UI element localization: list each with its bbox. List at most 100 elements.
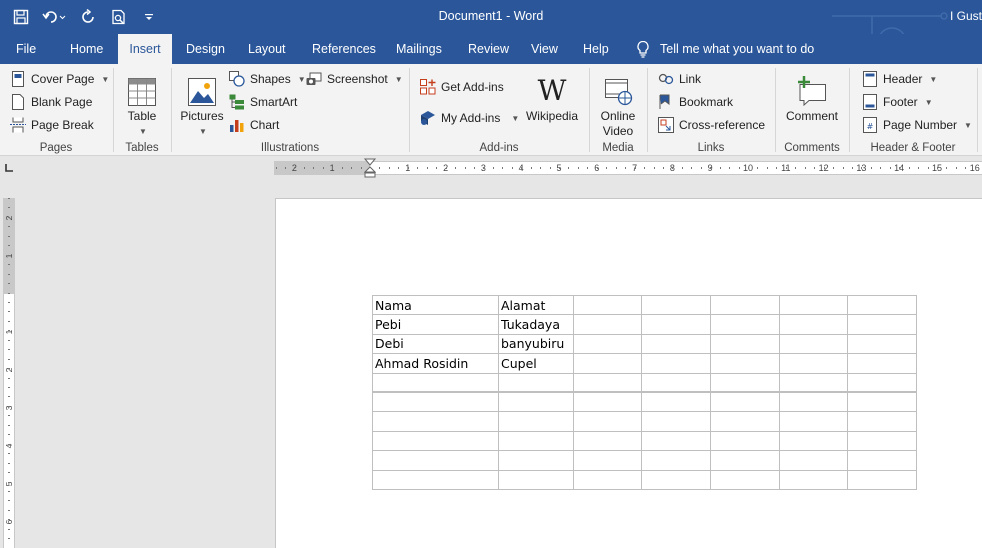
table-cell[interactable] [710,314,780,335]
table-cell[interactable] [779,353,848,374]
table-cell[interactable] [779,294,848,316]
redo-icon[interactable] [78,6,100,28]
blank-page-button[interactable]: Blank Page [10,92,92,112]
indent-marker-icon[interactable] [363,158,377,178]
table-cell[interactable] [573,469,642,490]
tab-design[interactable]: Design [176,34,235,64]
table-cell[interactable] [498,450,574,471]
pictures-button[interactable]: Pictures ▼ [178,70,226,139]
table-cell[interactable] [847,294,917,316]
table-cell[interactable] [641,333,711,355]
table-cell[interactable] [372,391,499,413]
customize-toolbar-icon[interactable] [138,6,160,28]
table-cell[interactable] [641,391,711,413]
tab-home[interactable]: Home [60,34,113,64]
horizontal-ruler[interactable]: 2112345678910111213141516 [274,158,982,178]
table-cell[interactable] [573,353,642,374]
bookmark-button[interactable]: Bookmark [658,92,733,112]
table-cell[interactable] [641,450,711,471]
table-cell[interactable] [779,450,848,471]
table-cell[interactable]: Debi [372,333,499,355]
screenshot-button[interactable]: Screenshot ▼ [306,69,403,89]
tell-me-search[interactable]: Tell me what you want to do [636,34,814,64]
table-cell[interactable] [573,450,642,471]
table-cell[interactable] [847,314,917,335]
smartart-button[interactable]: SmartArt [229,92,297,112]
user-name[interactable]: I Gust [950,9,982,23]
table-cell[interactable] [641,294,711,316]
table-cell[interactable] [847,353,917,374]
table-cell[interactable] [372,430,499,452]
page-number-button[interactable]: # Page Number ▼ [862,115,972,135]
tab-references[interactable]: References [302,34,386,64]
table-cell[interactable] [779,333,848,355]
header-button[interactable]: Header ▼ [862,69,937,89]
wikipedia-button[interactable]: W Wikipedia [522,70,582,124]
table-cell[interactable] [710,411,780,432]
tab-review[interactable]: Review [458,34,519,64]
table-cell[interactable] [847,333,917,355]
print-preview-icon[interactable] [108,6,130,28]
table-cell[interactable] [372,372,499,394]
table-cell[interactable] [498,372,574,394]
table-cell[interactable] [641,314,711,335]
table-cell[interactable] [779,314,848,335]
cover-page-button[interactable]: Cover Page ▼ [10,69,109,89]
save-icon[interactable] [10,6,32,28]
get-addins-button[interactable]: Get Add-ins [420,77,504,97]
table-cell[interactable] [847,372,917,394]
table-cell[interactable] [372,450,499,471]
table-cell[interactable] [498,411,574,432]
table-cell[interactable] [573,411,642,432]
online-video-button[interactable]: Online Video [594,70,642,139]
cross-reference-button[interactable]: Cross-reference [658,115,765,135]
table-cell[interactable] [779,411,848,432]
table-cell[interactable] [573,430,642,452]
tab-mailings[interactable]: Mailings [386,34,452,64]
table-cell[interactable] [641,430,711,452]
table-cell[interactable] [372,469,499,490]
table-cell[interactable]: Cupel [498,353,574,374]
vertical-ruler[interactable]: 21123456 [3,198,15,548]
tab-view[interactable]: View [521,34,568,64]
table-button[interactable]: Table ▼ [124,70,160,139]
table-cell[interactable] [779,391,848,413]
table-cell[interactable]: Alamat [498,294,574,316]
table-cell[interactable] [710,372,780,394]
table-cell[interactable] [710,391,780,413]
tab-layout[interactable]: Layout [238,34,296,64]
table-cell[interactable] [641,372,711,394]
table-cell[interactable] [641,411,711,432]
shapes-button[interactable]: Shapes ▼ [229,69,306,89]
table-cell[interactable] [779,430,848,452]
table-cell[interactable]: Pebi [372,314,499,335]
tab-file[interactable]: File [6,34,46,64]
undo-icon[interactable] [40,6,70,28]
footer-button[interactable]: Footer ▼ [862,92,933,112]
table-cell[interactable] [710,333,780,355]
table-cell[interactable] [372,411,499,432]
tab-stop-selector-icon[interactable] [3,162,15,174]
document-page[interactable]: Nama Alamat Pebi Tukadaya Debi banyubiru Ahmad… [275,198,982,548]
table-cell[interactable] [710,430,780,452]
my-addins-button[interactable]: My Add-ins ▼ [420,108,519,128]
table-cell[interactable] [710,294,780,316]
table-cell[interactable] [573,372,642,394]
table-cell[interactable] [710,469,780,490]
table-cell[interactable] [847,391,917,413]
tab-help[interactable]: Help [573,34,619,64]
table-cell[interactable] [498,430,574,452]
table-cell[interactable] [573,391,642,413]
table-cell[interactable] [641,469,711,490]
table-cell[interactable] [847,469,917,490]
link-button[interactable]: Link [658,69,701,89]
table-cell[interactable] [573,294,642,316]
table-cell[interactable] [573,333,642,355]
table-cell[interactable]: Nama [372,294,499,316]
tab-insert[interactable]: Insert [118,34,172,64]
table-cell[interactable] [847,411,917,432]
table-cell[interactable] [641,353,711,374]
page-break-button[interactable]: Page Break [10,115,94,135]
table-cell[interactable] [847,450,917,471]
table-cell[interactable]: Tukadaya [498,314,574,335]
